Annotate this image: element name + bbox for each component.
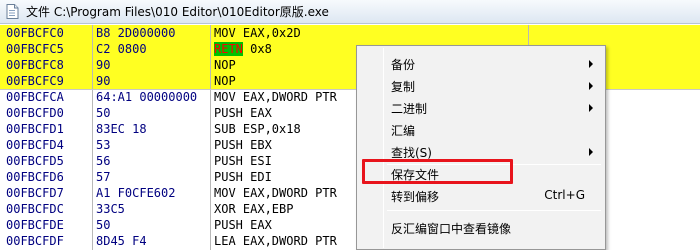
column-divider: [210, 25, 211, 250]
menu-item-goto-offset[interactable]: 转到偏移 Ctrl+G: [359, 184, 603, 206]
menu-item-backup[interactable]: 备份: [359, 52, 603, 74]
hex-dump: 64:A1 00000000: [96, 90, 198, 104]
menu-item-label: 备份: [391, 58, 416, 72]
instruction: NOP: [214, 74, 236, 88]
hex-dump: 53: [96, 138, 111, 152]
submenu-arrow-icon: [589, 104, 593, 112]
instruction: PUSH EAX: [214, 106, 272, 120]
hex-dump: 90: [96, 58, 111, 72]
submenu-arrow-icon: [589, 60, 593, 68]
hex-dump: 90: [96, 74, 111, 88]
hex-dump: 56: [96, 154, 111, 168]
menu-item-shortcut: Ctrl+G: [544, 188, 585, 202]
menu-item-label: 反汇编窗口中查看镜像: [391, 222, 512, 236]
hex-dump: B8 2D000000: [96, 26, 176, 40]
address: 00FBCFD4: [6, 138, 64, 152]
menu-item-label: 复制: [391, 80, 416, 94]
submenu-arrow-icon: [589, 82, 593, 90]
instruction: LEA EAX,DWORD PTR: [214, 234, 337, 248]
menu-item-label: 转到偏移: [391, 190, 440, 204]
context-menu: 备份 复制 二进制 汇编 查找(S) 保存文件 转到偏移 Ctrl+G 反汇编窗…: [356, 45, 606, 250]
address: 00FBCFD1: [6, 122, 64, 136]
address: 00FBCFD6: [6, 170, 64, 184]
operands: 0x8: [242, 42, 272, 56]
hex-dump: C2 0800: [96, 42, 147, 56]
instruction: PUSH EDI: [214, 170, 272, 184]
instruction: PUSH EBX: [214, 138, 272, 152]
submenu-arrow-icon: [589, 148, 593, 156]
hex-dump: 50: [96, 218, 111, 232]
menu-item-assemble[interactable]: 汇编: [359, 118, 603, 140]
address: 00FBCFDC: [6, 202, 64, 216]
address: 00FBCFDF: [6, 234, 64, 248]
address: 00FBCFCA: [6, 90, 64, 104]
address: 00FBCFC9: [6, 74, 64, 88]
menu-item-label: 二进制: [391, 102, 428, 116]
menu-item-view-image[interactable]: 反汇编窗口中查看镜像: [359, 216, 603, 238]
hex-dump: 50: [96, 106, 111, 120]
hex-dump: 8D45 F4: [96, 234, 147, 248]
instruction: PUSH EAX: [214, 218, 272, 232]
address: 00FBCFD0: [6, 106, 64, 120]
hex-dump: 33C5: [96, 202, 125, 216]
address: 00FBCFDE: [6, 218, 64, 232]
document-icon: [5, 4, 20, 19]
instruction: PUSH ESI: [214, 154, 272, 168]
instruction: MOV EAX,0x2D: [214, 26, 301, 40]
highlight-annotation: [362, 159, 513, 184]
title-bar: 文件 C:\Program Files\010 Editor\010Editor…: [0, 0, 700, 24]
address: 00FBCFC8: [6, 58, 64, 72]
menu-item-label: 汇编: [391, 124, 416, 138]
instruction: SUB ESP,0x18: [214, 122, 301, 136]
instruction: RETN 0x8: [214, 41, 374, 57]
address: 00FBCFC0: [6, 26, 64, 40]
instruction: NOP: [214, 58, 236, 72]
address: 00FBCFC5: [6, 42, 64, 56]
menu-item-copy[interactable]: 复制: [359, 74, 603, 96]
disasm-row[interactable]: 00FBCFC0 B8 2D000000 MOV EAX,0x2D: [0, 25, 700, 41]
menu-item-binary[interactable]: 二进制: [359, 96, 603, 118]
hex-dump: 57: [96, 170, 111, 184]
menu-separator: [387, 210, 601, 211]
instruction: MOV EAX,DWORD PTR: [214, 186, 337, 200]
instruction: XOR EAX,EBP: [214, 202, 294, 216]
address: 00FBCFD5: [6, 154, 64, 168]
column-divider: [92, 25, 93, 250]
hex-dump: 83EC 18: [96, 122, 147, 136]
window-title: 文件 C:\Program Files\010 Editor\010Editor…: [26, 5, 329, 19]
hex-dump: A1 F0CFE602: [96, 186, 176, 200]
address: 00FBCFD7: [6, 186, 64, 200]
instruction: MOV EAX,DWORD PTR: [214, 90, 337, 104]
retn-mnemonic: RETN: [214, 42, 243, 56]
